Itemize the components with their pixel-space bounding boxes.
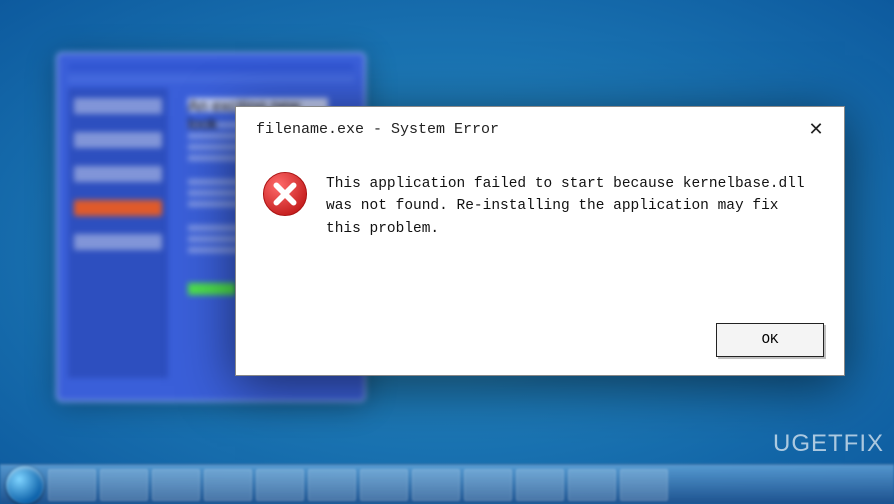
error-message: This application failed to start because…: [326, 169, 818, 240]
taskbar-item[interactable]: [152, 469, 200, 501]
taskbar-item[interactable]: [100, 469, 148, 501]
dialog-title: filename.exe - System Error: [256, 121, 499, 138]
taskbar-item[interactable]: [360, 469, 408, 501]
dialog-titlebar[interactable]: filename.exe - System Error ✕: [236, 107, 844, 151]
taskbar-item[interactable]: [620, 469, 668, 501]
taskbar-item[interactable]: [204, 469, 252, 501]
taskbar-item[interactable]: [516, 469, 564, 501]
ok-button[interactable]: OK: [716, 323, 824, 357]
close-button[interactable]: ✕: [802, 117, 830, 141]
close-icon: ✕: [808, 119, 823, 140]
start-button[interactable]: [6, 466, 44, 504]
system-error-dialog: filename.exe - System Error ✕ This appli…: [235, 106, 845, 376]
watermark: UGETFIX: [773, 430, 884, 458]
taskbar-item[interactable]: [464, 469, 512, 501]
taskbar-item[interactable]: [48, 469, 96, 501]
taskbar[interactable]: [0, 464, 894, 504]
taskbar-item[interactable]: [256, 469, 304, 501]
taskbar-item[interactable]: [412, 469, 460, 501]
taskbar-item[interactable]: [308, 469, 356, 501]
taskbar-item[interactable]: [568, 469, 616, 501]
error-icon: [262, 171, 308, 217]
